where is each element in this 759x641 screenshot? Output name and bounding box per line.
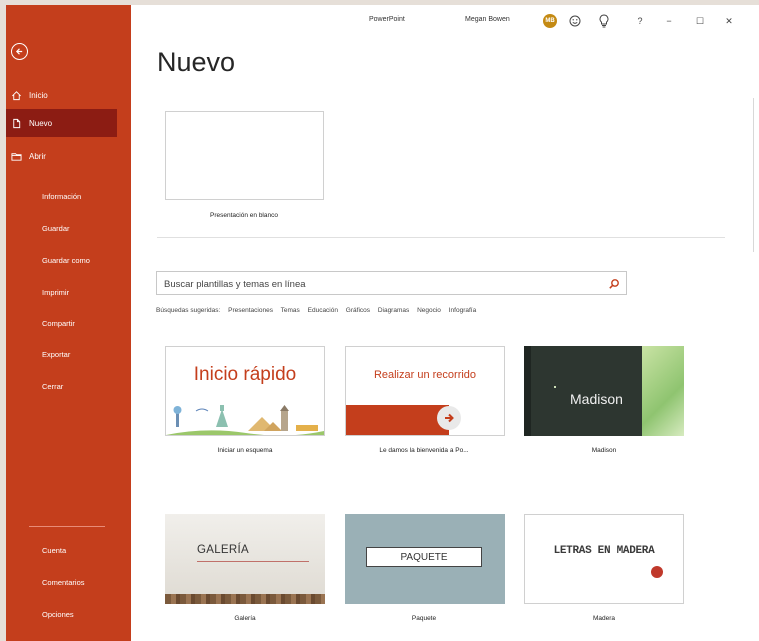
sidebar-item-inicio[interactable]: Inicio — [6, 81, 117, 109]
smiley-feedback-icon[interactable] — [567, 13, 583, 29]
suggested-searches: Búsquedas sugeridas: Presentaciones Tema… — [156, 307, 482, 314]
sidebar-item-cuenta[interactable]: Cuenta — [42, 546, 66, 555]
thumbnail-title: Realizar un recorrido — [373, 369, 477, 381]
sidebar-item-nuevo[interactable]: Nuevo — [6, 109, 117, 137]
thumbnail-title: LETRAS EN MADERA — [553, 545, 655, 557]
lightbulb-icon[interactable] — [596, 13, 612, 29]
blank-presentation-caption[interactable]: Presentación en blanco — [164, 212, 324, 219]
sidebar-item-label: Abrir — [29, 151, 46, 161]
template-caption[interactable]: Madera — [524, 615, 684, 622]
help-icon[interactable]: ? — [632, 13, 648, 29]
sidebar-item-compartir[interactable]: Compartir — [42, 319, 75, 328]
template-thumbnail-madison[interactable]: Madison — [524, 346, 684, 436]
arrow-right-icon — [437, 406, 461, 430]
template-thumbnail-galeria[interactable]: GALERÍA — [165, 514, 325, 604]
template-thumbnail-tour[interactable]: Realizar un recorrido — [345, 346, 505, 436]
template-caption[interactable]: Iniciar un esquema — [165, 447, 325, 454]
thumbnail-title: PAQUETE — [366, 547, 482, 567]
search-icon[interactable] — [608, 277, 620, 289]
close-icon[interactable]: ✕ — [721, 13, 737, 29]
page-title: Nuevo — [157, 47, 236, 77]
minimize-icon[interactable]: − — [661, 13, 677, 29]
sidebar-item-label: Nuevo — [29, 118, 53, 128]
template-thumbnail-paquete[interactable]: PAQUETE — [345, 514, 505, 604]
thumbnail-rule — [197, 561, 309, 562]
new-document-icon — [11, 118, 22, 129]
template-caption[interactable]: Le damos la bienvenida a Po... — [344, 447, 504, 454]
suggested-label: Búsquedas sugeridas: — [156, 307, 221, 314]
suggested-link[interactable]: Presentaciones — [228, 307, 273, 314]
open-folder-icon — [11, 151, 22, 162]
sidebar-item-cerrar[interactable]: Cerrar — [42, 382, 63, 391]
scrollbar[interactable] — [753, 95, 759, 641]
sidebar-item-guardar-como[interactable]: Guardar como — [42, 256, 90, 265]
suggested-link[interactable]: Infografía — [449, 307, 476, 314]
sidebar-item-guardar[interactable]: Guardar — [42, 224, 70, 233]
thumbnail-stripe — [524, 346, 531, 436]
sidebar-divider — [29, 526, 105, 527]
sidebar-item-informacion[interactable]: Información — [42, 192, 81, 201]
sidebar-item-opciones[interactable]: Opciones — [42, 610, 74, 619]
app-window: Inicio Nuevo Abrir Información Guardar G… — [6, 5, 759, 641]
landmarks-illustration — [166, 405, 324, 435]
blank-presentation-thumbnail[interactable] — [165, 111, 324, 200]
maximize-icon[interactable]: ☐ — [692, 13, 708, 29]
scroll-thumb[interactable] — [753, 98, 759, 252]
thumbnail-dot — [554, 386, 556, 388]
sidebar-item-comentarios[interactable]: Comentarios — [42, 578, 85, 587]
back-button[interactable] — [11, 43, 28, 60]
thumbnail-title: Inicio rápido — [193, 364, 297, 385]
sidebar-item-label: Inicio — [29, 90, 48, 100]
thumbnail-title: GALERÍA — [197, 544, 249, 556]
sidebar-item-imprimir[interactable]: Imprimir — [42, 288, 69, 297]
backstage-sidebar: Inicio Nuevo Abrir Información Guardar G… — [6, 5, 131, 641]
thumbnail-title: Madison — [570, 391, 623, 407]
template-search-box — [156, 271, 627, 295]
suggested-link[interactable]: Negocio — [417, 307, 441, 314]
sidebar-item-exportar[interactable]: Exportar — [42, 350, 70, 359]
suggested-link[interactable]: Gráficos — [346, 307, 370, 314]
divider — [157, 237, 725, 238]
arrow-left-icon — [15, 48, 23, 55]
app-title: PowerPoint — [369, 16, 405, 23]
avatar[interactable]: MB — [543, 14, 557, 28]
thumbnail-wood-strip — [165, 594, 325, 604]
search-input[interactable] — [162, 276, 606, 293]
sidebar-item-abrir[interactable]: Abrir — [6, 142, 117, 170]
home-icon — [11, 90, 22, 101]
suggested-link[interactable]: Diagramas — [378, 307, 409, 314]
template-thumbnail-madera[interactable]: LETRAS EN MADERA — [524, 514, 684, 604]
user-name[interactable]: Megan Bowen — [465, 16, 510, 23]
template-caption[interactable]: Paquete — [344, 615, 504, 622]
thumbnail-red-band — [346, 405, 449, 435]
thumbnail-green-panel — [642, 346, 684, 436]
suggested-link[interactable]: Educación — [308, 307, 338, 314]
template-caption[interactable]: Madison — [524, 447, 684, 454]
thumbnail-red-dot — [651, 566, 663, 578]
template-thumbnail-quick-start[interactable]: Inicio rápido — [165, 346, 325, 436]
suggested-link[interactable]: Temas — [281, 307, 300, 314]
template-caption[interactable]: Galería — [165, 615, 325, 622]
